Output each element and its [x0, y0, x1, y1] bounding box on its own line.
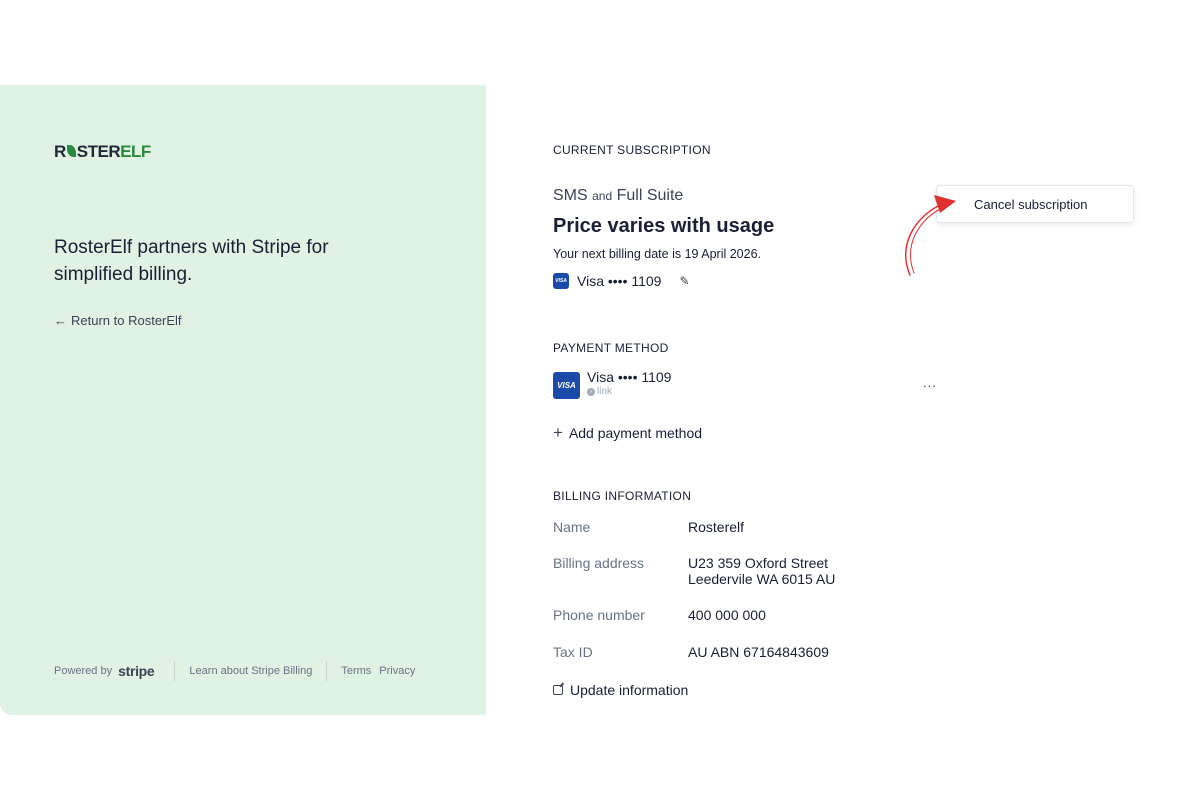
- payment-method-heading: PAYMENT METHOD: [553, 341, 669, 355]
- subscription-card: VISA Visa •••• 1109 ✎: [553, 273, 690, 289]
- payment-card-label: Visa •••• 1109: [587, 369, 672, 385]
- plan-and: and: [592, 189, 613, 203]
- return-link[interactable]: ← Return to RosterElf: [54, 313, 182, 328]
- subscription-card-label: Visa •••• 1109: [577, 273, 662, 289]
- leaf-icon: [66, 145, 76, 157]
- footer-divider: [174, 661, 176, 681]
- plus-icon: +: [553, 423, 563, 442]
- footer: Powered by stripe Learn about Stripe Bil…: [54, 661, 415, 681]
- address-line-1: U23 359 Oxford Street: [688, 555, 829, 571]
- billing-label: Name: [553, 519, 591, 535]
- billing-row-address: Billing address U23 359 Oxford Street Le…: [553, 555, 835, 587]
- annotation-arrow-icon: [905, 195, 956, 276]
- billing-information-heading: BILLING INFORMATION: [553, 489, 692, 503]
- billing-panel: CURRENT SUBSCRIPTION SMS and Full Suite …: [486, 85, 1200, 715]
- logo-text-elf: ELF: [120, 142, 151, 161]
- billing-value: AU ABN 67164843609: [688, 644, 829, 660]
- update-information-button[interactable]: Update information: [553, 682, 688, 698]
- billing-value: 400 000 000: [688, 607, 766, 623]
- billing-label: Billing address: [553, 555, 645, 571]
- tagline: RosterElf partners with Stripe for simpl…: [54, 237, 329, 285]
- footer-divider: [326, 661, 328, 681]
- logo-text-r: R: [54, 142, 66, 161]
- learn-billing-link[interactable]: Learn about Stripe Billing: [189, 665, 312, 677]
- stripe-logo: stripe: [118, 663, 155, 679]
- payment-method-row[interactable]: VISA Visa •••• 1109 › link: [553, 369, 935, 399]
- address-line-2: Leedervile WA 6015 AU: [688, 571, 836, 587]
- visa-icon: VISA: [553, 273, 569, 289]
- link-badge: › link: [587, 386, 671, 397]
- privacy-link[interactable]: Privacy: [379, 665, 415, 677]
- edit-icon: [553, 685, 563, 695]
- add-payment-method-label: Add payment method: [568, 425, 703, 441]
- billing-row-phone: Phone number 400 000 000: [553, 607, 766, 623]
- arrow-left-icon: ←: [54, 313, 67, 328]
- visa-icon: VISA: [553, 372, 580, 399]
- plan-full-suite: Full Suite: [616, 187, 684, 204]
- rosterelf-logo: R STER ELF: [54, 142, 151, 162]
- billing-row-tax-id: Tax ID AU ABN 67164843609: [553, 644, 829, 660]
- current-subscription-heading: CURRENT SUBSCRIPTION: [553, 143, 711, 157]
- terms-link[interactable]: Terms: [341, 665, 371, 677]
- logo-text-ster: STER: [76, 142, 121, 161]
- billing-value: Rosterelf: [688, 519, 745, 535]
- brand-panel: R STER ELF RosterElf partners with Stripe …: [0, 85, 486, 715]
- portal-window: R STER ELF RosterElf partners with Stripe …: [0, 85, 1200, 715]
- more-options-button[interactable]: ...: [923, 375, 937, 390]
- update-information-label: Update information: [570, 682, 689, 698]
- link-icon: ›: [587, 387, 595, 396]
- powered-by-label: Powered by: [54, 665, 113, 677]
- link-label: link: [597, 386, 613, 397]
- next-billing-date: Your next billing date is 19 April 2026.: [553, 247, 762, 261]
- plan-sms: SMS: [553, 187, 588, 204]
- pencil-icon[interactable]: ✎: [679, 274, 689, 288]
- billing-label: Tax ID: [553, 644, 593, 660]
- price-text: Price varies with usage: [553, 215, 775, 237]
- billing-address-value: U23 359 Oxford Street Leedervile WA 6015…: [688, 555, 835, 587]
- billing-label: Phone number: [553, 607, 645, 623]
- plan-name: SMS and Full Suite: [553, 187, 683, 205]
- return-link-label: Return to RosterElf: [71, 313, 182, 328]
- add-payment-method-button[interactable]: + Add payment method: [553, 423, 702, 443]
- billing-row-name: Name Rosterelf: [553, 519, 744, 535]
